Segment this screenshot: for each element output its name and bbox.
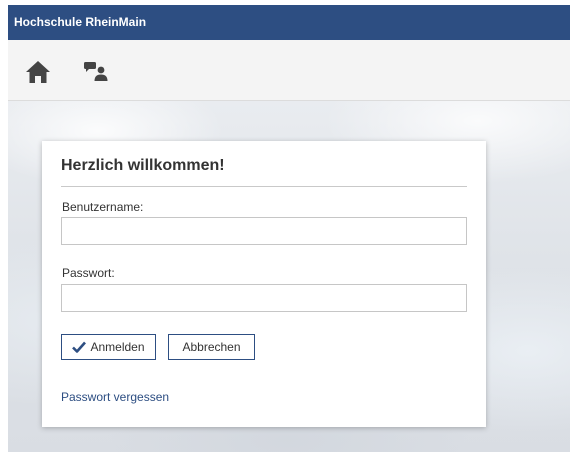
username-field[interactable]: [61, 217, 467, 245]
forgot-password-link[interactable]: Passwort vergessen: [61, 390, 169, 404]
login-heading: Herzlich willkommen!: [61, 157, 225, 174]
chat-users-icon[interactable]: [82, 58, 110, 86]
login-dialog: Herzlich willkommen! Benutzername: Passw…: [42, 141, 486, 427]
login-button-label: Anmelden: [90, 340, 145, 354]
cancel-button-label: Abbrechen: [182, 340, 241, 354]
login-button[interactable]: Anmelden: [61, 334, 156, 360]
top-bar: Hochschule RheinMain: [8, 5, 570, 40]
app-title: Hochschule RheinMain: [14, 15, 147, 29]
cancel-button[interactable]: Abbrechen: [168, 334, 255, 360]
checkmark-icon: [72, 341, 87, 353]
password-label: Passwort:: [62, 266, 115, 280]
toolbar: [8, 40, 570, 101]
password-field[interactable]: [61, 284, 467, 312]
home-icon[interactable]: [24, 58, 52, 86]
heading-divider: [61, 186, 467, 187]
username-label: Benutzername:: [62, 200, 144, 214]
